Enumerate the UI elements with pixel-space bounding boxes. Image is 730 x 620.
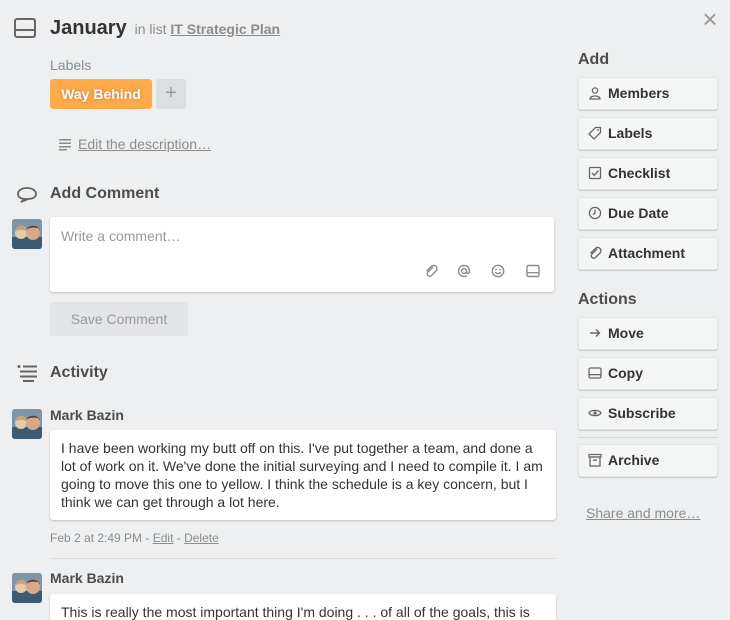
attachment-label: Attachment xyxy=(608,245,686,261)
paperclip-icon xyxy=(590,246,602,259)
avatar[interactable] xyxy=(12,409,42,439)
labels-label: Labels xyxy=(608,125,653,141)
archive-button[interactable]: Archive xyxy=(578,444,718,477)
due-date-button[interactable]: Due Date xyxy=(578,197,718,230)
members-label: Members xyxy=(608,85,670,101)
comment-body: This is really the most important thing … xyxy=(50,594,556,620)
emoji-icon[interactable] xyxy=(491,264,505,278)
tag-icon xyxy=(588,126,602,140)
label-chip-way-behind[interactable]: Way Behind xyxy=(50,79,152,109)
save-comment-button[interactable]: Save Comment xyxy=(50,302,188,336)
comment-input[interactable]: Write a comment… xyxy=(50,217,554,292)
list-name-link[interactable]: IT Strategic Plan xyxy=(170,21,280,37)
comment-body: I have been working my butt off on this.… xyxy=(50,430,556,520)
activity-icon xyxy=(17,365,37,382)
delete-comment-link[interactable]: Delete xyxy=(184,531,219,545)
archive-icon xyxy=(588,453,602,467)
card-title-row: January in list IT Strategic Plan xyxy=(50,17,280,40)
comment-placeholder: Write a comment… xyxy=(61,228,181,244)
share-and-more-link[interactable]: Share and more… xyxy=(586,505,700,521)
close-icon[interactable]: × xyxy=(698,6,722,32)
sidebar-divider xyxy=(578,437,718,438)
subscribe-label: Subscribe xyxy=(608,405,676,421)
comment-author[interactable]: Mark Bazin xyxy=(50,407,124,423)
labels-heading: Labels xyxy=(50,57,92,73)
copy-label: Copy xyxy=(608,365,643,381)
add-label-button[interactable]: + xyxy=(156,79,186,109)
archive-label: Archive xyxy=(608,452,660,468)
avatar[interactable] xyxy=(12,219,42,249)
comment-meta: Feb 2 at 2:49 PM - Edit - Delete xyxy=(50,531,219,545)
move-button[interactable]: Move xyxy=(578,317,718,350)
arrow-right-icon xyxy=(590,329,601,337)
card-icon xyxy=(588,367,602,379)
edit-comment-link[interactable]: Edit xyxy=(153,531,174,545)
copy-button[interactable]: Copy xyxy=(578,357,718,390)
edit-description-link[interactable]: Edit the description… xyxy=(78,136,211,152)
move-label: Move xyxy=(608,325,644,341)
subscribe-button[interactable]: Subscribe xyxy=(578,397,718,430)
mention-icon[interactable] xyxy=(457,264,471,278)
due-date-label: Due Date xyxy=(608,205,669,221)
comment-author[interactable]: Mark Bazin xyxy=(50,570,124,586)
in-list-text: in list xyxy=(134,21,167,37)
avatar[interactable] xyxy=(12,573,42,603)
description-icon xyxy=(59,139,71,151)
clock-icon xyxy=(588,206,602,220)
actions-heading: Actions xyxy=(578,291,637,308)
checkbox-icon xyxy=(588,166,602,180)
card-icon[interactable] xyxy=(526,264,540,278)
divider xyxy=(50,558,556,559)
card-icon xyxy=(14,18,36,38)
comment-timestamp: Feb 2 at 2:49 PM xyxy=(50,531,143,545)
members-button[interactable]: Members xyxy=(578,77,718,110)
person-icon xyxy=(589,87,601,100)
attachment-button[interactable]: Attachment xyxy=(578,237,718,270)
checklist-label: Checklist xyxy=(608,165,671,181)
checklist-button[interactable]: Checklist xyxy=(578,157,718,190)
eye-icon xyxy=(588,409,602,417)
labels-button[interactable]: Labels xyxy=(578,117,718,150)
attachment-icon[interactable] xyxy=(424,264,438,278)
add-heading: Add xyxy=(578,51,610,68)
comment-icon xyxy=(17,187,37,203)
add-comment-title: Add Comment xyxy=(50,185,160,202)
activity-title: Activity xyxy=(50,364,108,381)
card-title[interactable]: January xyxy=(50,17,127,39)
